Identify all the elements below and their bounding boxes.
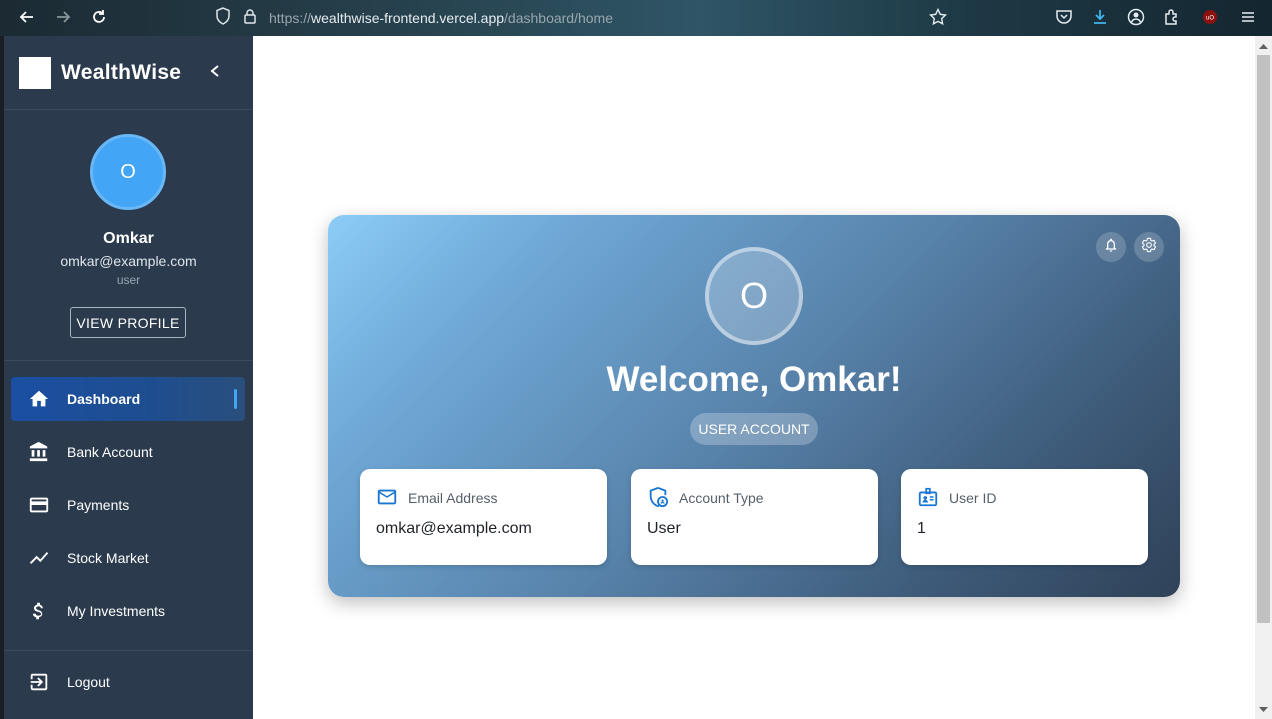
brand: WealthWise [4, 36, 253, 110]
account-type-badge: USER ACCOUNT [690, 413, 818, 445]
profile-section: O Omkar omkar@example.com user VIEW PROF… [4, 110, 253, 361]
sidebar-item-label: Bank Account [67, 444, 153, 460]
bell-icon [1103, 237, 1119, 258]
info-label: User ID [949, 490, 997, 506]
profile-role: user [116, 273, 141, 287]
gear-icon [1141, 237, 1157, 258]
logout-icon [27, 670, 51, 694]
info-value: 1 [917, 520, 926, 537]
settings-button[interactable] [1134, 232, 1164, 262]
svg-text:uO: uO [1206, 16, 1214, 22]
info-value: omkar@example.com [376, 520, 532, 537]
view-profile-button[interactable]: VIEW PROFILE [70, 307, 186, 338]
ublock-icon[interactable]: uO [1199, 6, 1221, 28]
info-card-email: Email Address omkar@example.com [360, 469, 607, 565]
extensions-icon[interactable] [1161, 6, 1183, 28]
shield-icon [215, 6, 231, 30]
trending-icon [27, 546, 51, 570]
notifications-button[interactable] [1096, 232, 1126, 262]
url-text: https://wealthwise-frontend.vercel.app/d… [269, 10, 613, 26]
sidebar-item-my-investments[interactable]: My Investments [11, 589, 245, 633]
welcome-card: O Welcome, Omkar! USER ACCOUNT Email Add… [328, 215, 1180, 597]
home-icon [27, 387, 51, 411]
sidebar-item-label: Stock Market [67, 550, 149, 566]
avatar: O [705, 247, 803, 345]
account-icon[interactable] [1125, 6, 1147, 28]
profile-email: omkar@example.com [60, 253, 197, 269]
logout-label: Logout [67, 674, 110, 690]
pocket-icon[interactable] [1053, 6, 1075, 28]
sidebar-item-label: Payments [67, 497, 130, 513]
mail-icon [376, 486, 398, 508]
reload-icon[interactable] [87, 5, 111, 29]
forward-icon[interactable] [51, 5, 75, 29]
menu-icon[interactable] [1237, 6, 1259, 28]
profile-name: Omkar [103, 230, 154, 247]
chevron-left-icon [209, 64, 221, 83]
info-label: Email Address [408, 490, 498, 506]
download-icon[interactable] [1089, 6, 1111, 28]
shield-account-icon [647, 486, 669, 508]
avatar[interactable]: O [90, 134, 166, 210]
browser-toolbar: https://wealthwise-frontend.vercel.app/d… [0, 0, 1272, 36]
address-bar[interactable]: https://wealthwise-frontend.vercel.app/d… [215, 6, 613, 30]
brand-name: WealthWise [61, 60, 182, 84]
back-icon[interactable] [15, 5, 39, 29]
sidebar-item-stock-market[interactable]: Stock Market [11, 536, 245, 580]
scroll-down-icon[interactable] [1258, 704, 1269, 715]
sidebar-item-label: Dashboard [67, 391, 141, 407]
info-label: Account Type [679, 490, 764, 506]
divider [4, 650, 253, 651]
sidebar-item-payments[interactable]: Payments [11, 483, 245, 527]
page-title: Welcome, Omkar! [606, 360, 902, 399]
info-card-user-id: User ID 1 [901, 469, 1148, 565]
logout-button[interactable]: Logout [11, 660, 245, 704]
sidebar-item-bank-account[interactable]: Bank Account [11, 430, 245, 474]
sidebar-item-label: My Investments [67, 603, 166, 619]
brand-logo [19, 56, 51, 89]
sidebar: WealthWise O Omkar omkar@example.com use… [4, 36, 253, 719]
info-value: User [647, 520, 681, 537]
credit-card-icon [27, 493, 51, 517]
bookmark-star-icon[interactable] [927, 6, 949, 28]
bank-icon [27, 440, 51, 464]
scroll-up-icon[interactable] [1258, 40, 1269, 51]
sidebar-item-dashboard[interactable]: Dashboard [11, 377, 245, 421]
collapse-sidebar-button[interactable] [205, 63, 225, 83]
info-card-account-type: Account Type User [631, 469, 878, 565]
badge-icon [917, 486, 939, 508]
dollar-icon [27, 599, 51, 623]
scrollbar-thumb[interactable] [1257, 55, 1270, 623]
lock-icon [243, 8, 257, 29]
